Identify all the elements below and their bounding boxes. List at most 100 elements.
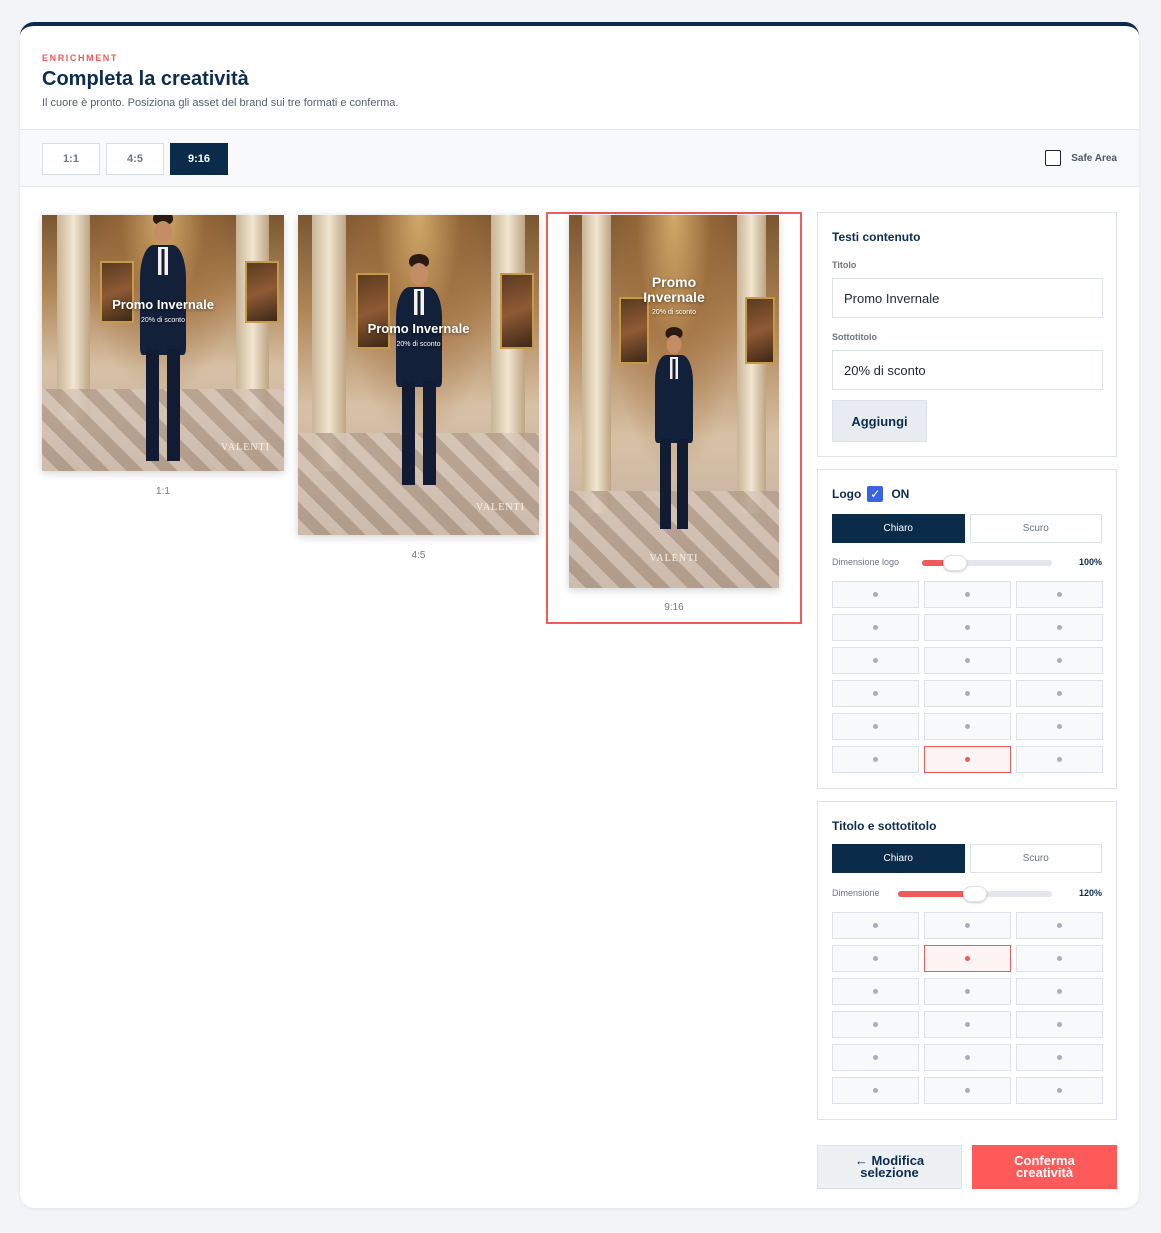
position-cell-r0-c1[interactable] [924, 912, 1011, 939]
position-cell-r2-c0[interactable] [832, 978, 919, 1005]
logo-theme-toggle: Chiaro Scuro [832, 514, 1102, 543]
logo-panel-title: Logo [832, 487, 862, 501]
position-cell-r5-c0[interactable] [832, 1077, 919, 1104]
format-button-4-5[interactable]: 4:5 [106, 143, 164, 175]
position-dot-icon [873, 989, 878, 994]
position-cell-r5-c2[interactable] [1016, 1077, 1103, 1104]
position-cell-r2-c1[interactable] [924, 978, 1011, 1005]
text-size-slider[interactable] [898, 886, 1052, 902]
position-cell-r5-c0[interactable] [832, 746, 919, 773]
position-cell-r4-c0[interactable] [832, 1044, 919, 1071]
position-cell-r0-c0[interactable] [832, 581, 919, 608]
logo-position-grid [832, 581, 1103, 773]
preview-image [42, 215, 284, 471]
position-cell-r0-c2[interactable] [1016, 581, 1103, 608]
position-cell-r3-c2[interactable] [1016, 680, 1103, 707]
confirm-label-line2: creatività [1015, 1165, 1074, 1180]
position-cell-r2-c2[interactable] [1016, 978, 1103, 1005]
title-input[interactable] [832, 278, 1103, 318]
position-cell-r1-c2[interactable] [1016, 614, 1103, 641]
position-dot-icon [965, 691, 970, 696]
position-cell-r3-c0[interactable] [832, 680, 919, 707]
logo-panel: Logo ✓ ON Chiaro Scuro Dimensione logo 1… [817, 469, 1117, 789]
position-cell-r5-c2[interactable] [1016, 746, 1103, 773]
position-cell-r2-c2[interactable] [1016, 647, 1103, 674]
position-cell-r5-c1[interactable] [924, 746, 1011, 773]
position-cell-r1-c0[interactable] [832, 945, 919, 972]
preview-label-9-16: 9:16 [664, 602, 684, 613]
title-subtitle-panel: Titolo e sottotitolo Chiaro Scuro Dimens… [817, 801, 1117, 1120]
position-cell-r3-c0[interactable] [832, 1011, 919, 1038]
position-dot-icon [965, 1022, 970, 1027]
position-cell-r0-c0[interactable] [832, 912, 919, 939]
safe-area-toggle[interactable]: Safe Area [1045, 150, 1117, 166]
logo-toggle-label: ON [891, 487, 910, 501]
safe-area-label: Safe Area [1071, 152, 1117, 164]
logo-size-handle[interactable] [942, 555, 967, 571]
position-dot-icon [873, 1055, 878, 1060]
text-position-grid [832, 912, 1103, 1104]
position-dot-icon [965, 956, 970, 961]
position-cell-r3-c1[interactable] [924, 680, 1011, 707]
subtitle-field-label: Sottotitolo [832, 332, 877, 342]
eyebrow: ENRICHMENT [42, 53, 118, 63]
position-cell-r2-c0[interactable] [832, 647, 919, 674]
position-cell-r3-c2[interactable] [1016, 1011, 1103, 1038]
format-button-1-1[interactable]: 1:1 [42, 143, 100, 175]
text-theme-toggle: Chiaro Scuro [832, 844, 1102, 873]
format-button-9-16[interactable]: 9:16 [170, 143, 228, 175]
position-cell-r3-c1[interactable] [924, 1011, 1011, 1038]
logo-theme-dark[interactable]: Scuro [969, 514, 1102, 543]
position-cell-r1-c1[interactable] [924, 945, 1011, 972]
page-title: Completa la creatività [42, 68, 249, 90]
preview-1-1[interactable]: Promo Invernale 20% di sconto VALENTI [42, 215, 284, 471]
position-cell-r0-c2[interactable] [1016, 912, 1103, 939]
logo-theme-light[interactable]: Chiaro [832, 514, 965, 543]
position-dot-icon [873, 1022, 878, 1027]
position-dot-icon [965, 1055, 970, 1060]
preview-logo: VALENTI [649, 553, 699, 564]
safe-area-checkbox[interactable] [1045, 150, 1062, 166]
position-cell-r4-c2[interactable] [1016, 1044, 1103, 1071]
position-cell-r1-c0[interactable] [832, 614, 919, 641]
position-cell-r2-c1[interactable] [924, 647, 1011, 674]
position-cell-r4-c1[interactable] [924, 713, 1011, 740]
preview-logo: VALENTI [475, 502, 525, 513]
add-button[interactable]: Aggiungi [832, 400, 927, 442]
position-dot-icon [965, 757, 970, 762]
position-dot-icon [873, 757, 878, 762]
preview-overlay-subtitle: 20% di sconto [396, 341, 441, 348]
position-dot-icon [965, 625, 970, 630]
position-cell-r4-c1[interactable] [924, 1044, 1011, 1071]
position-dot-icon [1057, 1055, 1062, 1060]
text-size-handle[interactable] [963, 886, 987, 902]
position-cell-r5-c1[interactable] [924, 1077, 1011, 1104]
position-dot-icon [1057, 1088, 1062, 1093]
text-theme-dark[interactable]: Scuro [969, 844, 1102, 873]
preview-overlay-title: Promo Invernale [367, 321, 470, 336]
position-cell-r1-c1[interactable] [924, 614, 1011, 641]
position-cell-r1-c2[interactable] [1016, 945, 1103, 972]
subtitle-input[interactable] [832, 350, 1103, 390]
text-size-label: Dimensione [832, 888, 880, 898]
text-theme-light[interactable]: Chiaro [832, 844, 965, 873]
main-card: ENRICHMENT Completa la creatività Il cuo… [20, 22, 1139, 1208]
logo-size-slider[interactable] [922, 555, 1052, 571]
confirm-creative-button[interactable]: Conferma creatività [972, 1145, 1117, 1189]
position-cell-r4-c0[interactable] [832, 713, 919, 740]
position-cell-r0-c1[interactable] [924, 581, 1011, 608]
header: ENRICHMENT Completa la creatività Il cuo… [20, 26, 1139, 129]
position-dot-icon [1057, 989, 1062, 994]
preview-9-16[interactable]: Promo Invernale 20% di sconto VALENTI [569, 215, 779, 588]
logo-enabled-checkbox[interactable]: ✓ [867, 486, 884, 502]
position-dot-icon [873, 625, 878, 630]
position-dot-icon [1057, 956, 1062, 961]
position-dot-icon [1057, 757, 1062, 762]
preview-4-5[interactable]: Promo Invernale 20% di sconto VALENTI [298, 215, 539, 535]
edit-selection-button[interactable]: ← Modifica selezione [817, 1145, 962, 1189]
position-cell-r4-c2[interactable] [1016, 713, 1103, 740]
content-panel-title: Testi contenuto [832, 230, 921, 244]
logo-size-label: Dimensione logo [832, 557, 900, 567]
preview-image [298, 215, 539, 535]
logo-toggle-row: Logo ✓ ON [832, 486, 909, 502]
